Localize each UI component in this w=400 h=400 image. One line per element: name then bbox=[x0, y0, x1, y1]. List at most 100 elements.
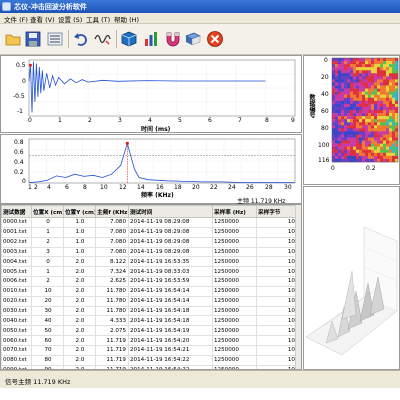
heatmap-cell bbox=[356, 131, 360, 135]
menu-file[interactable]: 文件 (F) bbox=[4, 14, 28, 24]
heatmap-cell bbox=[389, 91, 393, 95]
heatmap-cell bbox=[359, 134, 363, 138]
undo-icon[interactable] bbox=[72, 30, 90, 48]
table-cell: 70 bbox=[31, 344, 64, 356]
heatmap-cell bbox=[332, 137, 336, 141]
time-xtick: 8 bbox=[265, 117, 269, 124]
col-header-pos-y[interactable]: 位置Y (cm) bbox=[63, 205, 96, 218]
table-row[interactable]: 0003.txt 3 1.0 7.080 2014-11-19 08:29:08 1250… bbox=[1, 246, 298, 258]
heatmap-cell bbox=[353, 131, 357, 135]
3d-surface-plot[interactable] bbox=[304, 187, 399, 369]
table-row[interactable]: 0020.txt 20 2.0 11.780 2014-11-19 16:54:14 12… bbox=[1, 295, 298, 307]
heatmap-cell bbox=[350, 61, 354, 65]
table-row[interactable]: 0040.txt 40 2.0 4.333 2014-11-19 16:54:18 125… bbox=[1, 315, 298, 327]
heatmap-cell bbox=[362, 91, 366, 95]
time-ytick: 0 bbox=[22, 78, 26, 85]
table-scrollbar[interactable] bbox=[295, 205, 301, 369]
3d-surface-panel bbox=[303, 186, 400, 370]
magnet-icon[interactable] bbox=[164, 30, 182, 48]
heatmap-cell bbox=[368, 85, 372, 89]
heatmap-cell bbox=[380, 97, 384, 102]
menu-help[interactable]: 帮助 (H) bbox=[114, 14, 139, 24]
spec-xtick: 18 bbox=[174, 184, 182, 191]
heatmap-chart[interactable] bbox=[304, 56, 399, 184]
heatmap-cell bbox=[353, 128, 357, 132]
table-cell: 50 bbox=[31, 325, 64, 337]
table-cell: 2014-11-19 16:53:59 bbox=[128, 276, 213, 287]
heatmap-cell bbox=[380, 131, 384, 135]
table-row[interactable]: 0050.txt 50 2.0 2.075 2014-11-19 16:54:19 125… bbox=[1, 325, 298, 337]
table-cell: 1250000 bbox=[212, 315, 257, 327]
col-header-sample-bytes[interactable]: 采样字节 bbox=[256, 205, 298, 218]
heatmap-cell bbox=[347, 88, 351, 92]
heatmap-cells bbox=[332, 58, 399, 163]
heatmap-cell bbox=[338, 110, 342, 114]
col-header-main-freq[interactable]: 主频f (KHz) bbox=[95, 205, 129, 218]
heatmap-cell bbox=[374, 128, 378, 132]
heatmap-cell bbox=[356, 79, 360, 83]
table-cell: 2 bbox=[31, 236, 64, 248]
open-folder-icon[interactable] bbox=[4, 30, 22, 48]
menu-view[interactable]: 查看 (V) bbox=[30, 14, 55, 24]
heatmap-cell bbox=[338, 76, 342, 80]
book-icon[interactable] bbox=[184, 30, 202, 48]
table-cell: 1250000 bbox=[212, 344, 257, 356]
heatmap-cell bbox=[377, 119, 381, 123]
heatmap-cell bbox=[374, 106, 378, 111]
table-row[interactable]: 0070.txt 70 2.0 11.719 2014-11-19 16:54:21 12… bbox=[1, 344, 298, 356]
heatmap-cell bbox=[332, 88, 336, 92]
table-cell: 1.0 bbox=[63, 217, 96, 228]
bar-chart-icon[interactable] bbox=[142, 30, 160, 48]
table-row[interactable]: 0001.txt 1 1.0 7.080 2014-11-19 08:29:08 1250… bbox=[1, 226, 298, 238]
heatmap-cell bbox=[395, 140, 399, 144]
heatmap-cell bbox=[368, 137, 372, 141]
table-row[interactable]: 0002.txt 2 1.0 7.080 2014-11-19 08:29:08 1250… bbox=[1, 236, 298, 248]
list-icon[interactable] bbox=[46, 30, 64, 48]
table-cell: 10 bbox=[31, 285, 64, 297]
3d-cube-icon[interactable] bbox=[120, 30, 138, 48]
table-cell: 11.780 bbox=[95, 305, 129, 317]
menu-settings[interactable]: 设置 (S) bbox=[58, 14, 82, 24]
table-row[interactable]: 0005.txt 1 2.0 7.324 2014-11-19 08:33:03 1250… bbox=[1, 266, 298, 278]
col-header-sample-rate[interactable]: 采样率 (Hz) bbox=[212, 205, 257, 218]
table-row[interactable]: 0080.txt 80 2.0 11.719 2014-11-19 16:54:22 12… bbox=[1, 354, 298, 366]
save-icon[interactable] bbox=[24, 30, 42, 48]
heatmap-cell bbox=[347, 110, 351, 114]
heatmap-cell bbox=[359, 103, 363, 108]
heatmap-cell bbox=[368, 119, 372, 123]
table-row[interactable]: 0004.txt 0 2.0 8.122 2014-11-19 16:53:35 1250… bbox=[1, 256, 298, 268]
heatmap-cell bbox=[371, 128, 375, 132]
table-row[interactable]: 0000.txt 0 1.0 7.080 2014-11-19 08:29:08 1250… bbox=[1, 217, 298, 228]
heatmap-cell bbox=[392, 91, 396, 95]
heatmap-cell bbox=[362, 113, 366, 117]
heatmap-cell bbox=[395, 76, 399, 80]
heatmap-cell bbox=[341, 58, 345, 62]
heatmap-cell bbox=[362, 152, 366, 157]
heatmap-cell bbox=[368, 97, 372, 102]
heatmap-cell bbox=[341, 110, 345, 114]
menu-tools[interactable]: 工具 (T) bbox=[86, 14, 110, 24]
heatmap-cell bbox=[344, 58, 348, 62]
heat-xtick: 0 bbox=[331, 165, 335, 172]
heatmap-cell bbox=[365, 88, 369, 92]
heatmap-cell bbox=[368, 128, 372, 132]
heatmap-cell bbox=[332, 152, 336, 157]
waveform-tool-icon[interactable] bbox=[94, 30, 112, 48]
heatmap-cell bbox=[350, 91, 354, 95]
col-header-pos-x[interactable]: 位置X (cm) bbox=[31, 205, 64, 218]
table-row[interactable]: 0030.txt 30 2.0 11.780 2014-11-19 16:54:18 12… bbox=[1, 305, 298, 317]
col-header-test-time[interactable]: 测试时间 bbox=[128, 205, 213, 218]
col-header-file[interactable]: 测试数据 bbox=[1, 205, 32, 218]
close-icon[interactable] bbox=[206, 30, 224, 48]
table-row[interactable]: 0010.txt 10 2.0 11.780 2014-11-19 16:54:14 12… bbox=[1, 285, 298, 297]
table-cell: 1250000 bbox=[212, 295, 257, 307]
heatmap-cell bbox=[356, 67, 360, 71]
table-cell: 1250000 bbox=[212, 285, 257, 297]
table-row[interactable]: 0006.txt 2 2.0 2.625 2014-11-19 16:53:59 1250… bbox=[1, 276, 298, 287]
table-cell: 10 bbox=[256, 315, 298, 327]
heatmap-cell bbox=[332, 94, 336, 98]
heatmap-cell bbox=[389, 106, 393, 111]
table-row[interactable]: 0060.txt 60 2.0 11.719 2014-11-19 16:54:20 12… bbox=[1, 335, 298, 346]
heatmap-cell bbox=[389, 110, 393, 114]
heatmap-cell bbox=[386, 158, 390, 163]
